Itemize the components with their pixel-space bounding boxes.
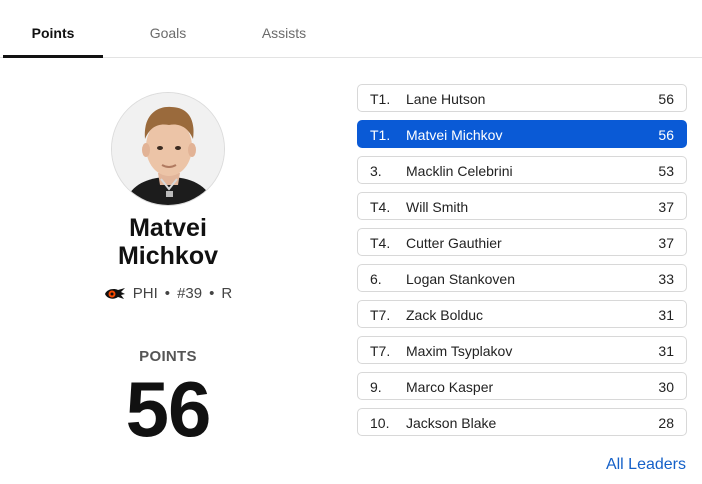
leader-row-selected[interactable]: T1. Matvei Michkov 56: [357, 120, 687, 148]
leader-name: Marco Kasper: [406, 379, 494, 395]
tab-points[interactable]: Points: [3, 0, 103, 58]
all-leaders-link[interactable]: All Leaders: [606, 456, 686, 474]
leader-name: Maxim Tsyplakov: [406, 343, 513, 359]
player-meta: PHI • #39 • R: [60, 285, 276, 302]
tab-points-label: Points: [31, 25, 75, 41]
leader-name: Macklin Celebrini: [406, 163, 513, 179]
active-tab-indicator: [3, 55, 103, 58]
player-last-name: Michkov: [117, 242, 219, 270]
team-abbreviation: PHI: [132, 285, 158, 302]
leader-row[interactable]: 6. Logan Stankoven 33: [357, 264, 687, 292]
player-headshot-avatar: [111, 92, 225, 206]
leader-rank: 10.: [370, 415, 390, 431]
tab-assists[interactable]: Assists: [234, 0, 334, 57]
stat-tabs: Points Goals Assists: [0, 0, 702, 58]
leader-row[interactable]: T4. Will Smith 37: [357, 192, 687, 220]
leader-rank: T7.: [370, 307, 391, 323]
jersey-number: #39: [177, 285, 203, 302]
leader-name: Zack Bolduc: [406, 307, 484, 323]
leader-rank: T7.: [370, 343, 391, 359]
tab-goals[interactable]: Goals: [118, 0, 218, 57]
leader-rank: 6.: [370, 271, 382, 287]
player-first-name: Matvei: [129, 214, 207, 242]
tab-assists-label: Assists: [261, 25, 307, 41]
leader-value: 28: [658, 415, 674, 431]
leader-name: Lane Hutson: [406, 91, 486, 107]
leader-row[interactable]: 10. Jackson Blake 28: [357, 408, 687, 436]
leader-value: 37: [658, 235, 674, 251]
leader-rank: 9.: [370, 379, 382, 395]
leader-value: 33: [658, 271, 674, 287]
leader-row[interactable]: T1. Lane Hutson 56: [357, 84, 687, 112]
leader-name: Matvei Michkov: [406, 127, 503, 143]
meta-separator: •: [164, 285, 171, 302]
leader-value: 53: [658, 163, 674, 179]
stat-value: 56: [125, 365, 212, 453]
leader-value: 37: [658, 199, 674, 215]
leader-row[interactable]: T7. Zack Bolduc 31: [357, 300, 687, 328]
leader-value: 31: [658, 307, 674, 323]
leader-value: 31: [658, 343, 674, 359]
leader-value: 30: [658, 379, 674, 395]
tab-goals-label: Goals: [149, 25, 187, 41]
meta-separator: •: [209, 285, 215, 302]
leader-name: Cutter Gauthier: [406, 235, 502, 251]
leader-rank: T4.: [370, 199, 391, 215]
leader-rank: T1.: [370, 91, 391, 107]
leader-value: 56: [658, 91, 674, 107]
leader-row[interactable]: 9. Marco Kasper 30: [357, 372, 687, 400]
leader-name: Jackson Blake: [406, 415, 497, 431]
leader-row[interactable]: T4. Cutter Gauthier 37: [357, 228, 687, 256]
leader-row[interactable]: 3. Macklin Celebrini 53: [357, 156, 687, 184]
leaders-list: T1. Lane Hutson 56 T1. Matvei Michkov 56…: [357, 84, 687, 444]
leader-name: Logan Stankoven: [406, 271, 515, 287]
leader-name: Will Smith: [406, 199, 469, 215]
leader-rank: 3.: [370, 163, 382, 179]
flyers-logo-icon: [104, 287, 125, 299]
leader-value: 56: [658, 127, 674, 143]
leader-rank: T1.: [370, 127, 391, 143]
player-headshot-image: [112, 93, 224, 205]
stat-label: POINTS: [139, 348, 197, 365]
player-name: Matvei Michkov: [60, 214, 276, 270]
leader-row[interactable]: T7. Maxim Tsyplakov 31: [357, 336, 687, 364]
leader-rank: T4.: [370, 235, 391, 251]
player-position: R: [221, 285, 233, 302]
